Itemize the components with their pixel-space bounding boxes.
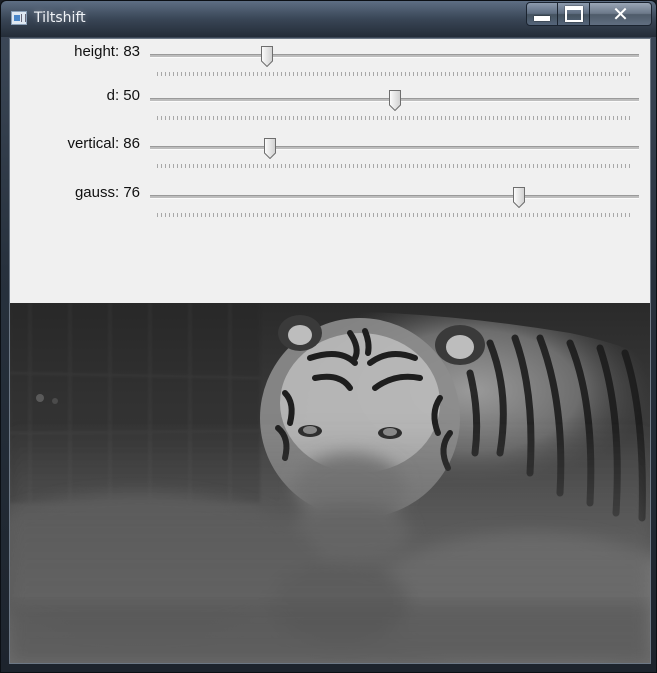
slider-thumb-gauss[interactable] [513,187,526,208]
app-window: Tiltshift ✕ height: 83 d: 50 vertical: 8… [0,0,657,673]
minimize-button[interactable] [526,2,558,26]
maximize-button[interactable] [558,2,590,26]
close-icon: ✕ [612,2,629,26]
slider-ticks-height [157,72,633,76]
slider-track-gauss[interactable] [150,195,639,199]
slider-thumb-d[interactable] [388,90,401,111]
slider-ticks-gauss [157,213,633,217]
close-button[interactable]: ✕ [590,2,652,26]
maximize-icon [564,6,583,22]
slider-thumb-vertical[interactable] [263,138,276,159]
app-icon[interactable] [11,11,27,25]
slider-row-d: d: 50 [10,83,650,123]
tiger-image [10,303,650,663]
slider-track-vertical[interactable] [150,146,639,150]
slider-label-gauss: gauss: 76 [74,184,140,201]
slider-ticks-vertical [157,164,633,168]
slider-row-vertical: vertical: 86 [10,131,650,171]
trackbar-panel: height: 83 d: 50 vertical: 86 gauss: 76 [10,39,650,303]
slider-row-height: height: 83 [10,39,650,79]
caption-buttons: ✕ [526,2,652,26]
client-area: height: 83 d: 50 vertical: 86 gauss: 76 [9,38,651,664]
slider-track-height[interactable] [150,54,639,58]
title-bar[interactable]: Tiltshift ✕ [1,1,656,37]
window-title: Tiltshift [34,10,86,26]
slider-label-vertical: vertical: 86 [67,135,140,152]
slider-row-gauss: gauss: 76 [10,180,650,220]
minimize-icon [534,15,550,21]
slider-label-height: height: 83 [74,43,140,60]
tiger-photo [10,303,650,663]
slider-label-d: d: 50 [106,87,140,104]
slider-ticks-d [157,116,633,120]
slider-thumb-height[interactable] [261,46,274,67]
